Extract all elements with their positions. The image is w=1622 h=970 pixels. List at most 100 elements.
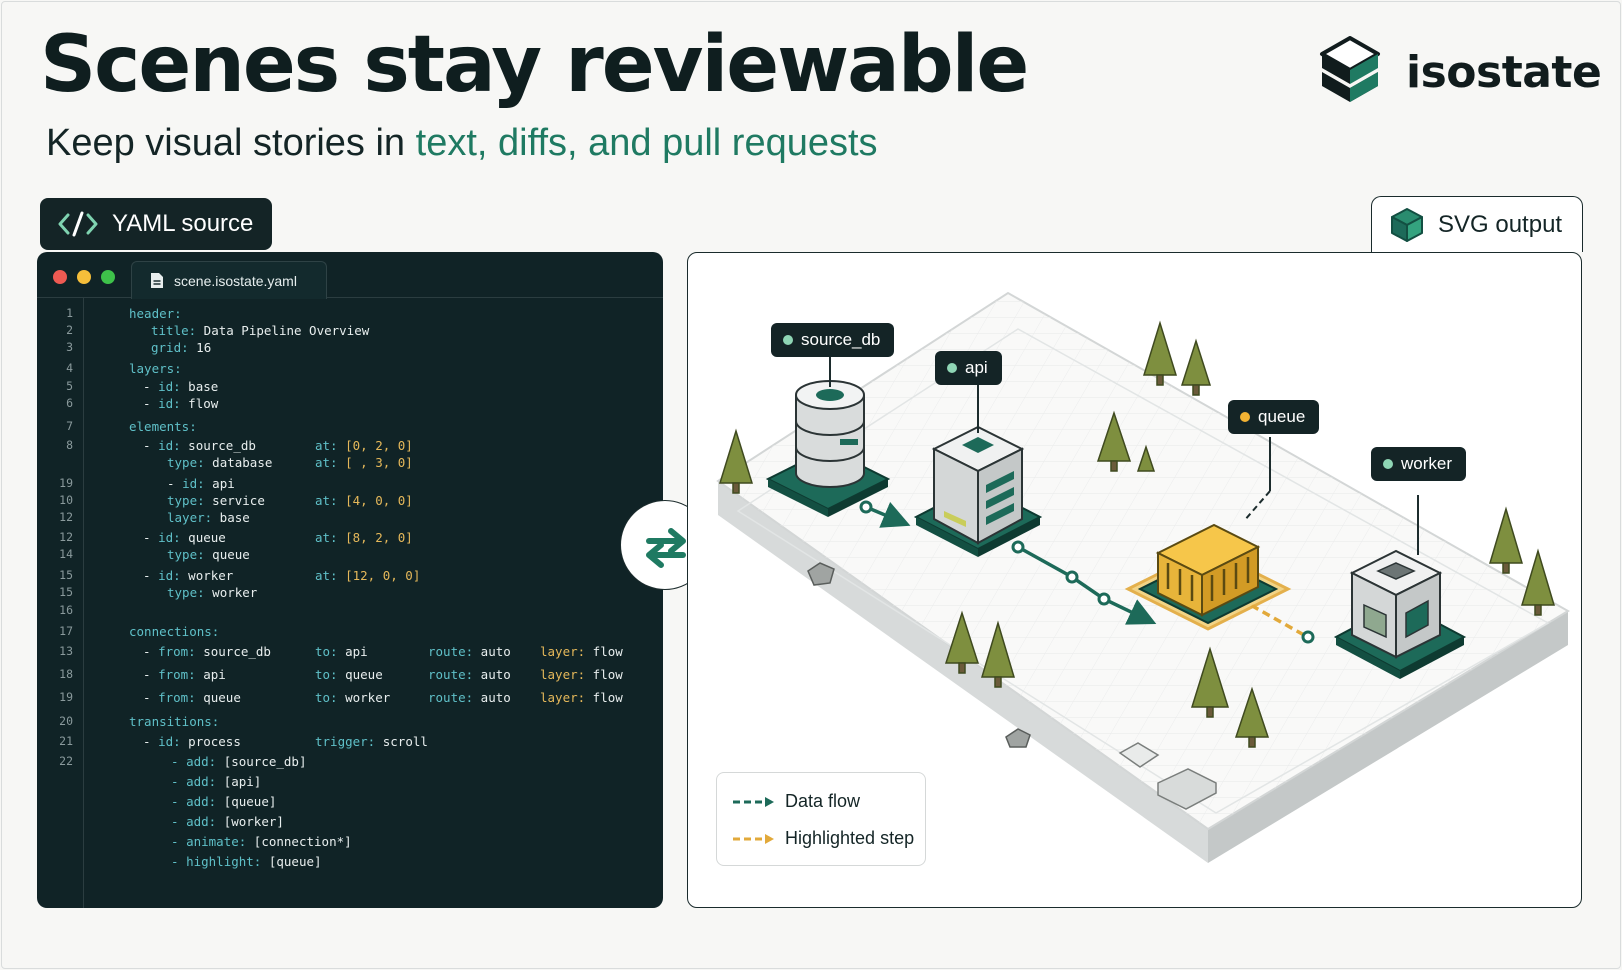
code-text: transitions: bbox=[129, 714, 219, 729]
file-icon bbox=[151, 273, 163, 288]
code-token: queue bbox=[180, 530, 226, 545]
code-line[interactable]: 12 - id: queue at: [8, 2, 0] bbox=[37, 530, 663, 548]
code-token: - bbox=[143, 379, 159, 394]
code-token: - bbox=[171, 754, 187, 769]
code-line[interactable]: 19 - id: api bbox=[37, 476, 663, 494]
code-line[interactable]: 17 connections: bbox=[37, 624, 663, 642]
line-number: 7 bbox=[66, 419, 73, 433]
code-text: type: worker bbox=[167, 585, 257, 600]
code-token: grid: bbox=[151, 340, 189, 355]
code-text: - id: flow bbox=[143, 396, 218, 411]
callout-source-db[interactable]: source_db bbox=[771, 323, 895, 357]
code-token: id: bbox=[158, 734, 181, 749]
code-line[interactable]: - animate: [connection*] bbox=[37, 834, 663, 852]
code-text: - id: worker bbox=[143, 568, 233, 583]
code-token: [api] bbox=[216, 774, 262, 789]
line-number: 15 bbox=[59, 585, 73, 599]
callout-api[interactable]: api bbox=[935, 351, 1002, 385]
dashed-arrow-icon bbox=[733, 833, 774, 844]
code-token: at: bbox=[315, 438, 338, 453]
code-line[interactable]: 10 type: service at: [4, 0, 0] bbox=[37, 493, 663, 511]
code-line[interactable]: type: database at: [ , 3, 0] bbox=[37, 455, 663, 473]
callout-queue[interactable]: queue bbox=[1228, 400, 1320, 434]
code-line[interactable]: 7 elements: bbox=[37, 419, 663, 437]
code-line[interactable]: - highlight: [queue] bbox=[37, 854, 663, 872]
code-token: flow bbox=[585, 644, 623, 659]
code-text: - add: [queue] bbox=[171, 794, 276, 809]
svg-output-tab[interactable]: SVG output bbox=[1371, 196, 1583, 252]
yaml-source-tab[interactable]: YAML source bbox=[40, 198, 272, 250]
minimize-window-dot[interactable] bbox=[77, 270, 91, 284]
code-line[interactable]: 18 - from: api to: queue route: auto layer: … bbox=[37, 667, 663, 685]
code-token: queue bbox=[337, 667, 383, 682]
code-token: flow bbox=[585, 690, 623, 705]
line-number: 17 bbox=[59, 624, 73, 638]
code-text: layer: base bbox=[167, 510, 250, 525]
code-token: base bbox=[180, 379, 219, 394]
page-subtitle: Keep visual stories in text, diffs, and … bbox=[46, 122, 878, 165]
code-text: type: service bbox=[167, 493, 265, 508]
code-line[interactable]: 3 grid: 16 bbox=[37, 340, 663, 358]
code-line[interactable]: 21 - id: process trigger: scroll bbox=[37, 734, 663, 752]
code-token: layer: bbox=[540, 690, 586, 705]
code-line[interactable]: 8 - id: source_db at: [0, 2, 0] bbox=[37, 438, 663, 456]
code-token: - bbox=[143, 530, 159, 545]
code-token: route: bbox=[428, 644, 474, 659]
code-line[interactable]: 14 type: queue bbox=[37, 547, 663, 565]
callout-worker[interactable]: worker bbox=[1371, 447, 1467, 481]
code-line[interactable]: - add: [worker] bbox=[37, 814, 663, 832]
code-token: api bbox=[337, 644, 368, 659]
line-number: 21 bbox=[59, 734, 73, 748]
code-token: animate: bbox=[186, 834, 247, 849]
code-token: add: bbox=[186, 814, 217, 829]
code-line[interactable]: 2 title: Data Pipeline Overview bbox=[37, 323, 663, 341]
code-token: auto bbox=[473, 690, 511, 705]
code-text: - id: api bbox=[167, 476, 235, 491]
code-token: process bbox=[180, 734, 241, 749]
code-line[interactable]: 16 bbox=[37, 603, 663, 621]
code-line[interactable]: 19 - from: queue to: worker route: auto laye… bbox=[37, 690, 663, 708]
line-number: 15 bbox=[59, 568, 73, 582]
code-line[interactable]: 5 - id: base bbox=[37, 379, 663, 397]
code-text: at: [12, 0, 0] bbox=[315, 568, 420, 583]
code-token: at: bbox=[315, 455, 338, 470]
code-token: - bbox=[143, 438, 159, 453]
code-token: api bbox=[195, 667, 226, 682]
code-line[interactable]: 12 layer: base bbox=[37, 510, 663, 528]
status-dot bbox=[947, 363, 957, 373]
code-line[interactable]: 13 - from: source_db to: api route: auto lay… bbox=[37, 644, 663, 662]
code-line[interactable]: 4 layers: bbox=[37, 361, 663, 379]
code-token: source_db bbox=[195, 644, 271, 659]
code-token: id: bbox=[158, 438, 181, 453]
code-editor[interactable]: scene.isostate.yaml 1 header: 2 title: Data… bbox=[37, 252, 663, 908]
maximize-window-dot[interactable] bbox=[101, 270, 115, 284]
code-text: - id: base bbox=[143, 379, 218, 394]
code-text: - from: queue bbox=[143, 690, 241, 705]
line-number: 3 bbox=[66, 340, 73, 354]
svg-output-label: SVG output bbox=[1438, 210, 1563, 238]
code-token: [connection*] bbox=[246, 834, 352, 849]
code-token: add: bbox=[186, 754, 217, 769]
code-line[interactable]: 1 header: bbox=[37, 306, 663, 324]
code-line[interactable]: 22 - add: [source_db] bbox=[37, 754, 663, 772]
code-token: [queue] bbox=[261, 854, 322, 869]
code-token: to: bbox=[315, 644, 338, 659]
code-line[interactable]: - add: [api] bbox=[37, 774, 663, 792]
code-line[interactable]: 15 type: worker bbox=[37, 585, 663, 603]
code-text: at: [0, 2, 0] bbox=[315, 438, 413, 453]
close-window-dot[interactable] bbox=[53, 270, 67, 284]
code-token: 16 bbox=[188, 340, 212, 355]
code-line[interactable]: 6 - id: flow bbox=[37, 396, 663, 414]
code-token: - bbox=[167, 476, 183, 491]
code-line[interactable]: - add: [queue] bbox=[37, 794, 663, 812]
code-text: - add: [worker] bbox=[171, 814, 284, 829]
code-token: - bbox=[143, 396, 159, 411]
file-tab[interactable]: scene.isostate.yaml bbox=[131, 261, 327, 299]
code-line[interactable]: 20 transitions: bbox=[37, 714, 663, 732]
code-token: base bbox=[212, 510, 250, 525]
isostate-logo-icon bbox=[1320, 36, 1380, 102]
code-line[interactable]: 15 - id: worker at: [12, 0, 0] bbox=[37, 568, 663, 586]
line-number: 1 bbox=[66, 306, 73, 320]
code-text: elements: bbox=[129, 419, 197, 434]
line-number: 8 bbox=[66, 438, 73, 452]
